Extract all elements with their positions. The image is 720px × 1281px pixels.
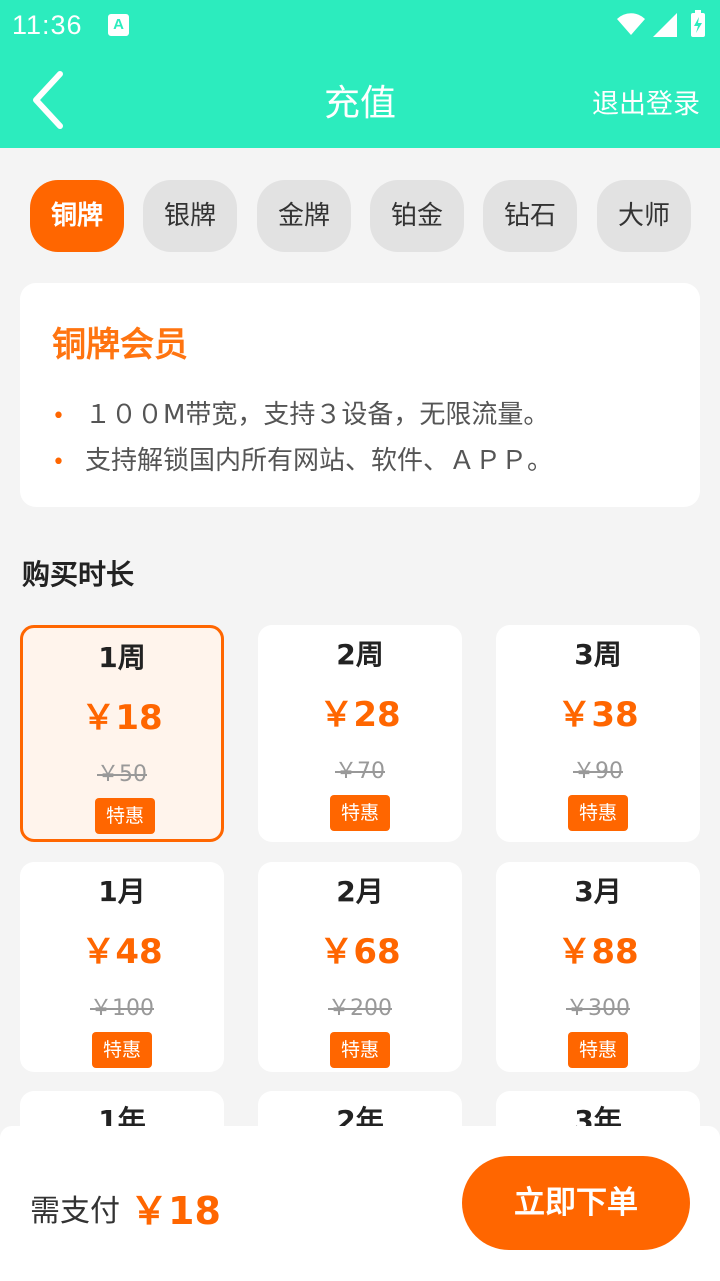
plan-name: 3周 <box>574 638 622 671</box>
feature-text: 支持解锁国内所有网站、软件、ＡＰＰ。 <box>84 446 553 476</box>
tab-bronze[interactable]: 铜牌 <box>30 180 124 252</box>
feature-text: １００M带宽，支持３设备，无限流量。 <box>84 400 550 430</box>
plan-price: ￥18 <box>81 698 163 738</box>
membership-tabs: 铜牌 银牌 金牌 铂金 钻石 大师 <box>0 180 720 252</box>
membership-title: 铜牌会员 <box>52 325 188 365</box>
plan-price: ￥48 <box>81 932 163 972</box>
plan-name: 2月 <box>336 875 384 908</box>
discount-badge: 特惠 <box>330 795 390 831</box>
notification-a-icon: A <box>108 14 129 36</box>
status-time: 11:36 <box>12 10 83 40</box>
plan-original-price: ￥200 <box>328 996 392 1021</box>
duration-section-title: 购买时长 <box>22 558 135 591</box>
plan-original-price: ￥90 <box>573 759 623 784</box>
plan-original-price: ￥70 <box>335 759 385 784</box>
discount-badge: 特惠 <box>95 798 155 834</box>
tab-platinum[interactable]: 铂金 <box>370 180 464 252</box>
feature-item: • 支持解锁国内所有网站、软件、ＡＰＰ。 <box>52 440 553 477</box>
discount-badge: 特惠 <box>92 1032 152 1068</box>
discount-badge: 特惠 <box>568 1032 628 1068</box>
discount-badge: 特惠 <box>568 795 628 831</box>
logout-button[interactable]: 退出登录 <box>592 82 700 121</box>
tab-gold[interactable]: 金牌 <box>257 180 351 252</box>
back-button[interactable] <box>22 68 82 132</box>
plan-name: 3月 <box>574 875 622 908</box>
tab-silver[interactable]: 银牌 <box>143 180 237 252</box>
plan-card-2-week[interactable]: 2周 ￥28 ￥70 特惠 <box>258 625 462 842</box>
wifi-icon <box>617 13 645 36</box>
plan-card-3-week[interactable]: 3周 ￥38 ￥90 特惠 <box>496 625 700 842</box>
plan-price: ￥88 <box>557 932 639 972</box>
plan-original-price: ￥100 <box>90 996 154 1021</box>
status-bar: 11:36 A <box>0 0 720 52</box>
plan-price: ￥28 <box>319 695 401 735</box>
plan-card-2-month[interactable]: 2月 ￥68 ￥200 特惠 <box>258 862 462 1072</box>
plan-original-price: ￥50 <box>97 762 147 787</box>
plan-card-1-month[interactable]: 1月 ￥48 ￥100 特惠 <box>20 862 224 1072</box>
plan-name: 1周 <box>98 641 146 674</box>
pay-label: 需支付 <box>30 1194 120 1229</box>
tab-master[interactable]: 大师 <box>597 180 691 252</box>
bullet-dot-icon: • <box>52 450 65 475</box>
tab-diamond[interactable]: 钻石 <box>483 180 577 252</box>
plan-name: 1月 <box>98 875 146 908</box>
checkout-bar: 需支付 ￥18 立即下单 <box>0 1126 720 1281</box>
nav-bar: 充值 退出登录 <box>0 52 720 146</box>
signal-icon <box>653 13 677 37</box>
discount-badge: 特惠 <box>330 1032 390 1068</box>
pay-amount: ￥18 <box>130 1189 221 1233</box>
plan-price: ￥38 <box>557 695 639 735</box>
plan-price: ￥68 <box>319 932 401 972</box>
plan-card-1-week[interactable]: 1周 ￥18 ￥50 特惠 <box>20 625 224 842</box>
plan-name: 2周 <box>336 638 384 671</box>
place-order-button[interactable]: 立即下单 <box>462 1156 690 1250</box>
battery-icon <box>691 10 705 37</box>
plan-card-3-month[interactable]: 3月 ￥88 ￥300 特惠 <box>496 862 700 1072</box>
bullet-dot-icon: • <box>52 404 65 429</box>
app-header: 11:36 A 充值 退出登录 <box>0 0 720 148</box>
back-arrow-icon <box>33 71 63 129</box>
plan-original-price: ￥300 <box>566 996 630 1021</box>
feature-item: • １００M带宽，支持３设备，无限流量。 <box>52 394 549 431</box>
